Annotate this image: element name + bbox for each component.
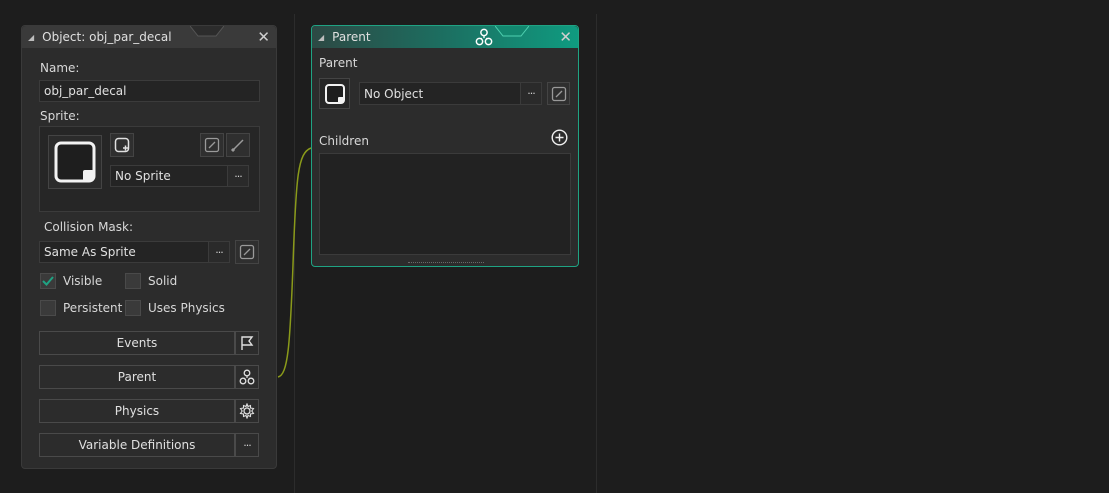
collision-mask-edit-button[interactable]	[235, 240, 259, 264]
paint-sprite-button[interactable]	[226, 133, 250, 157]
object-window-title: Object: obj_par_decal	[42, 30, 172, 44]
sprite-browse-button[interactable]: ···	[227, 165, 249, 187]
resize-grip[interactable]	[408, 262, 484, 265]
events-button[interactable]: Events	[39, 331, 235, 355]
collision-mask-label: Collision Mask:	[44, 220, 134, 234]
parent-object-browse-button[interactable]: ···	[520, 82, 542, 105]
persistent-label: Persistent	[63, 301, 123, 315]
solid-label: Solid	[148, 274, 178, 288]
workspace-divider-right	[596, 14, 597, 493]
visible-checkbox[interactable]	[40, 273, 56, 289]
parent-tree-icon	[239, 369, 255, 385]
variable-definitions-more-button[interactable]: ···	[235, 433, 259, 457]
parent-object-preview[interactable]	[319, 78, 350, 109]
parent-tree-icon	[475, 28, 493, 46]
physics-icon-button[interactable]	[235, 399, 259, 423]
checkmark-icon	[42, 276, 54, 286]
new-sprite-icon	[114, 137, 130, 153]
edit-icon	[204, 137, 220, 153]
solid-checkbox[interactable]	[125, 273, 141, 289]
collapse-caret-icon[interactable]: ◢	[28, 33, 34, 42]
sprite-select[interactable]: No Sprite	[110, 165, 228, 187]
parent-object-edit-button[interactable]	[547, 82, 570, 105]
object-window-titlebar[interactable]: ◢ Object: obj_par_decal ✕	[22, 26, 276, 48]
physics-button[interactable]: Physics	[39, 399, 235, 423]
close-icon[interactable]: ✕	[559, 28, 572, 46]
variable-definitions-button[interactable]: Variable Definitions	[39, 433, 235, 457]
edit-sprite-button[interactable]	[200, 133, 224, 157]
close-icon[interactable]: ✕	[257, 28, 270, 46]
children-label: Children	[319, 134, 369, 148]
parent-connector-line	[277, 147, 312, 378]
parent-icon-button[interactable]	[235, 365, 259, 389]
object-name-input[interactable]: obj_par_decal	[39, 80, 260, 102]
tab-notch-decoration	[495, 26, 529, 37]
parent-window: ◢ Parent ✕ Parent No Object ··· Children	[311, 25, 579, 267]
sprite-label: Sprite:	[40, 109, 80, 123]
tab-notch-decoration	[190, 26, 224, 37]
parent-label: Parent	[319, 56, 358, 70]
parent-window-title: Parent	[332, 30, 371, 44]
sprite-panel: No Sprite ···	[39, 126, 260, 212]
uses-physics-checkbox[interactable]	[125, 300, 141, 316]
visible-label: Visible	[63, 274, 103, 288]
brush-icon	[230, 139, 244, 153]
object-editor-window: ◢ Object: obj_par_decal ✕ Name: obj_par_…	[21, 25, 277, 469]
empty-sprite-icon	[54, 141, 96, 183]
sprite-preview[interactable]	[48, 135, 102, 189]
children-list[interactable]	[319, 153, 571, 255]
collapse-caret-icon[interactable]: ◢	[318, 33, 324, 42]
flag-icon	[241, 336, 254, 350]
empty-object-icon	[324, 83, 345, 104]
parent-window-titlebar[interactable]: ◢ Parent ✕	[312, 26, 578, 48]
edit-icon	[239, 244, 255, 260]
add-circle-icon[interactable]	[551, 129, 568, 146]
uses-physics-label: Uses Physics	[148, 301, 225, 315]
persistent-checkbox[interactable]	[40, 300, 56, 316]
gear-icon	[239, 403, 255, 419]
parent-button[interactable]: Parent	[39, 365, 235, 389]
events-icon-button[interactable]	[235, 331, 259, 355]
collision-mask-select[interactable]: Same As Sprite	[39, 241, 209, 263]
name-label: Name:	[40, 61, 80, 75]
edit-icon	[551, 86, 566, 101]
parent-object-select[interactable]: No Object	[359, 82, 521, 105]
new-sprite-button[interactable]	[110, 133, 134, 157]
collision-mask-browse-button[interactable]: ···	[208, 241, 230, 263]
